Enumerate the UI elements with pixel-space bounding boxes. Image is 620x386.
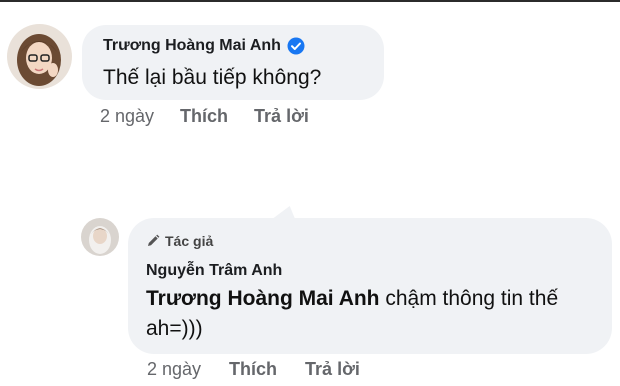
- mention-link[interactable]: Trương Hoàng Mai Anh: [146, 287, 380, 310]
- like-button[interactable]: Thích: [180, 106, 228, 127]
- like-button[interactable]: Thích: [229, 359, 277, 380]
- avatar[interactable]: [81, 218, 119, 256]
- comment-text: Trương Hoàng Mai Anh chậm thông tin thế …: [146, 284, 596, 344]
- author-badge: Tác giả: [146, 233, 213, 249]
- comment-timestamp[interactable]: 2 ngày: [100, 106, 154, 127]
- reply-button[interactable]: Trả lời: [254, 106, 309, 127]
- top-divider: [0, 0, 620, 2]
- pencil-icon: [146, 234, 160, 248]
- comment-bubble: Tác giả Nguyễn Trâm Anh Trương Hoàng Mai…: [128, 218, 612, 354]
- comment-author-name[interactable]: Trương Hoàng Mai Anh: [103, 37, 281, 55]
- verified-badge-icon: [287, 37, 305, 55]
- comment-actions: 2 ngày Thích Trả lời: [147, 359, 360, 380]
- comment-actions: 2 ngày Thích Trả lời: [100, 106, 309, 127]
- author-badge-label: Tác giả: [165, 233, 214, 249]
- comment-text: Thế lại bầu tiếp không?: [103, 66, 322, 89]
- comment-author-row: Trương Hoàng Mai Anh: [103, 37, 305, 55]
- comment-author-name[interactable]: Nguyễn Trâm Anh: [146, 262, 282, 280]
- comment-bubble: Trương Hoàng Mai Anh Thế lại bầu tiếp kh…: [82, 25, 384, 100]
- avatar[interactable]: [7, 24, 72, 89]
- comment-timestamp[interactable]: 2 ngày: [147, 359, 201, 380]
- reply-button[interactable]: Trả lời: [305, 359, 360, 380]
